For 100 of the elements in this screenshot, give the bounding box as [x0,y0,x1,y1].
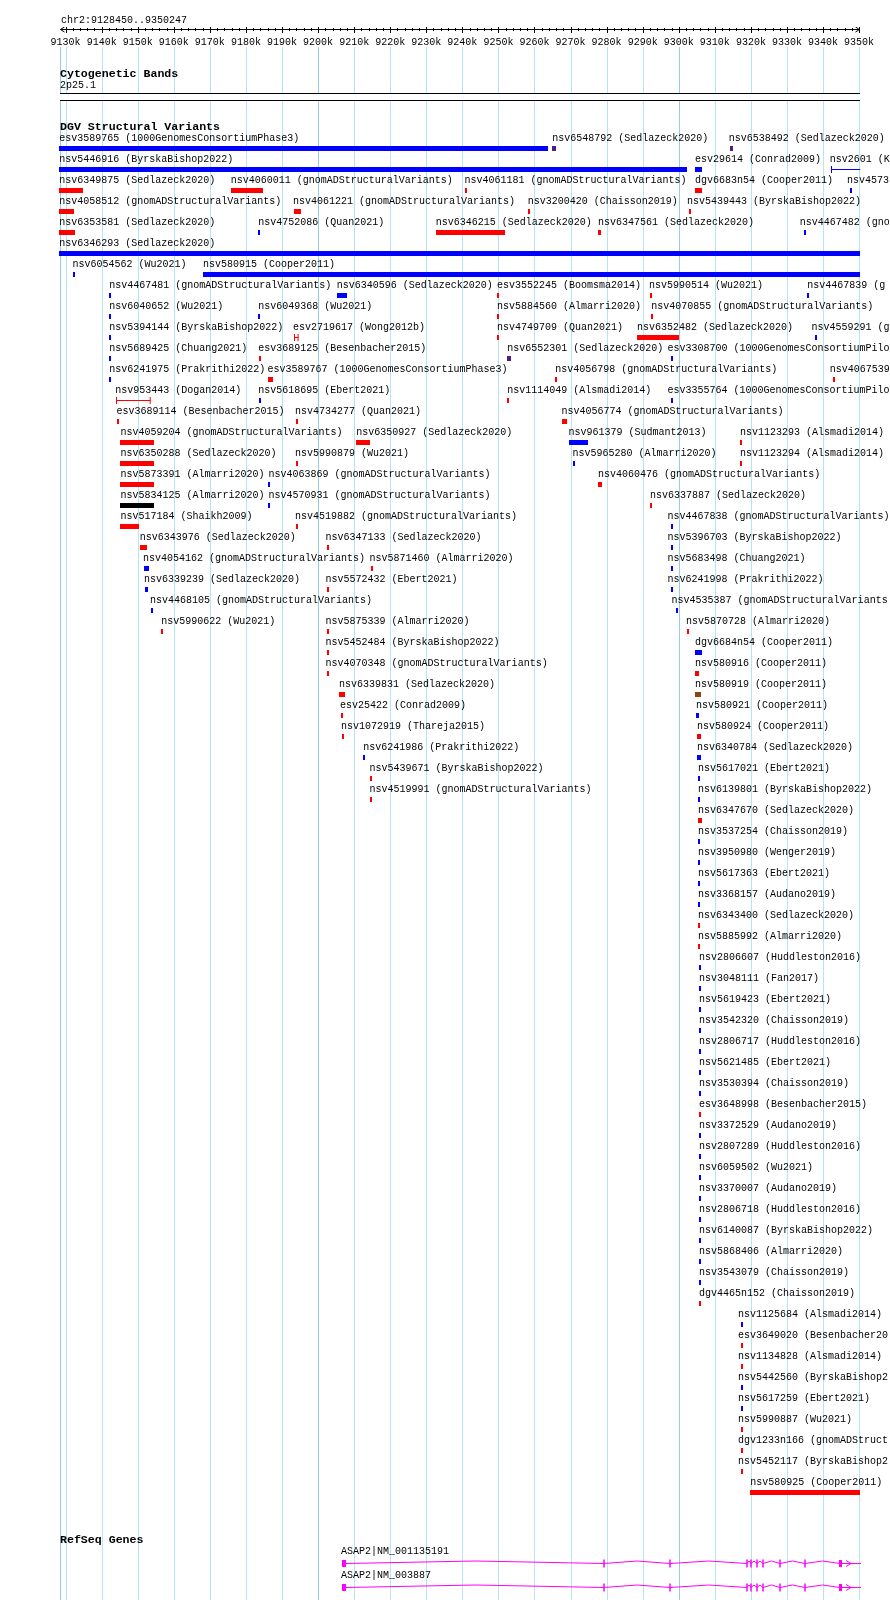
variant-bar[interactable] [507,356,512,361]
variant-bar[interactable] [670,356,673,361]
variant-bar[interactable] [552,146,557,151]
tick-label: 9220k [375,36,406,48]
variant-bar[interactable] [696,713,700,718]
variant-bar[interactable] [699,1007,702,1012]
variant-bar[interactable] [699,1070,702,1075]
variant-bar[interactable] [109,356,112,361]
variant-label: nsv6241975 (Prakrithi2022) [109,364,266,376]
variant-bar[interactable] [72,272,75,277]
variant-bar[interactable] [259,398,262,403]
variant-bar[interactable] [699,965,702,970]
variant-bar[interactable] [670,566,673,571]
variant-bar[interactable] [120,503,155,508]
variant-bar[interactable] [568,440,588,445]
variant-bar[interactable] [670,524,673,529]
variant-bar[interactable] [698,839,701,844]
variant-label: nsv5873391 (Almarri2020) [120,469,265,481]
variant-bar[interactable] [109,293,112,298]
variant-bar[interactable] [670,398,673,403]
variant-label: nsv6340784 (Sedlazeck2020) [697,742,854,754]
variant-label: nsv5442560 (ByrskaBishop2 [737,1372,888,1384]
variant-bar[interactable] [268,482,271,487]
variant-label: nsv580915 (Cooper2011) [203,259,336,271]
transcript-label: ASAP2|NM_001135191 [341,1546,450,1557]
variant-bar[interactable] [143,566,149,571]
variant-bar[interactable] [804,230,807,235]
tick-label: 9160k [158,36,189,48]
variant-label: nsv3950980 (Wenger2019) [698,847,837,859]
variant-bar[interactable] [695,167,703,172]
variant-label: nsv3200420 (Chaisson2019) [527,196,678,208]
variant-bar[interactable] [695,650,703,655]
variant-label: nsv5619423 (Ebert2021) [699,994,832,1006]
variant-label: nsv6346293 (Sedlazeck2020) [59,238,216,250]
variant-bar[interactable] [109,377,112,382]
variant-label: nsv4056798 (gnomADStructuralVariants) [555,364,778,376]
variant-bar[interactable] [699,1091,702,1096]
variant-label: nsv953443 (Dogan2014) [115,385,242,397]
variant-bar[interactable] [697,755,702,760]
variant-bar[interactable] [675,608,678,613]
variant-label: nsv6343400 (Sedlazeck2020) [698,910,855,922]
variant-label: nsv6347133 (Sedlazeck2020) [325,532,482,544]
variant-label: nsv6040652 (Wu2021) [109,301,224,313]
variant-span-line[interactable] [830,166,860,173]
variant-bar[interactable] [699,1196,702,1201]
variant-label: nsv6347670 (Sedlazeck2020) [698,805,855,817]
variant-bar[interactable] [699,1133,702,1138]
tick-label: 9300k [663,36,694,48]
variant-bar[interactable] [699,1280,702,1285]
variant-label: nsv5618695 (Ebert2021) [258,385,391,397]
variant-label: nsv6339239 (Sedlazeck2020) [143,574,300,586]
variant-bar[interactable] [695,692,702,697]
variant-bar[interactable] [699,986,702,991]
variant-bar[interactable] [698,860,701,865]
variant-bar[interactable] [699,1238,702,1243]
variant-label: nsv1072919 (Thareja2015) [340,721,485,733]
variant-label: nsv5446916 (ByrskaBishop2022) [59,154,234,166]
variant-label: nsv4056774 (gnomADStructuralVariants) [561,406,784,418]
tick-label: 9190k [267,36,297,48]
variant-bar[interactable] [258,314,261,319]
tick-label: 9230k [411,36,442,48]
variant-label: esv3648998 (Besenbacher2015) [699,1099,868,1111]
variant-label: nsv6346215 (Sedlazeck2020) [435,217,592,229]
variant-bar[interactable] [151,608,154,613]
variant-bar[interactable] [109,314,112,319]
variant-span-line[interactable] [116,397,152,404]
variant-label: nsv6241998 (Prakrithi2022) [667,574,824,586]
variant-label: nsv5885992 (Almarri2020) [698,931,843,943]
variant-label: dgv6683n54 (Cooper2011) [695,175,834,187]
variant-label: nsv5621485 (Ebert2021) [699,1057,832,1069]
variant-bar[interactable] [698,902,701,907]
variant-label: nsv6339831 (Sedlazeck2020) [338,679,495,691]
variant-bar[interactable] [698,881,701,886]
variant-bar[interactable] [698,797,701,802]
variant-bar[interactable] [268,503,271,508]
variant-bar[interactable] [699,1217,702,1222]
variant-bar[interactable] [699,1049,702,1054]
variant-bar[interactable] [363,755,366,760]
variant-span-line[interactable] [293,334,299,341]
variant-label: nsv961379 (Sudmant2013) [568,427,707,439]
variant-bar[interactable] [144,587,148,592]
variant-bar[interactable] [699,1259,702,1264]
variant-label: nsv4519882 (gnomADStructuralVariants) [295,511,518,523]
variant-bar[interactable] [698,776,701,781]
variant-bar[interactable] [699,1175,702,1180]
variant-label: nsv2806717 (Huddleston2016) [699,1036,862,1048]
variant-label: nsv4061181 (gnomADStructuralVariants) [464,175,687,187]
variant-bar[interactable] [109,335,112,340]
variant-bar[interactable] [699,1028,702,1033]
variant-bar[interactable] [336,293,347,298]
variant-bar[interactable] [850,188,853,193]
variant-bar[interactable] [807,293,810,298]
variant-bar[interactable] [670,587,673,592]
variant-bar[interactable] [572,461,575,466]
variant-bar[interactable] [699,1154,702,1159]
variant-bar[interactable] [670,545,673,550]
variant-bar[interactable] [258,230,261,235]
variant-bar[interactable] [814,335,817,340]
variant-label: nsv6352482 (Sedlazeck2020) [636,322,793,334]
variant-bar[interactable] [729,146,733,151]
